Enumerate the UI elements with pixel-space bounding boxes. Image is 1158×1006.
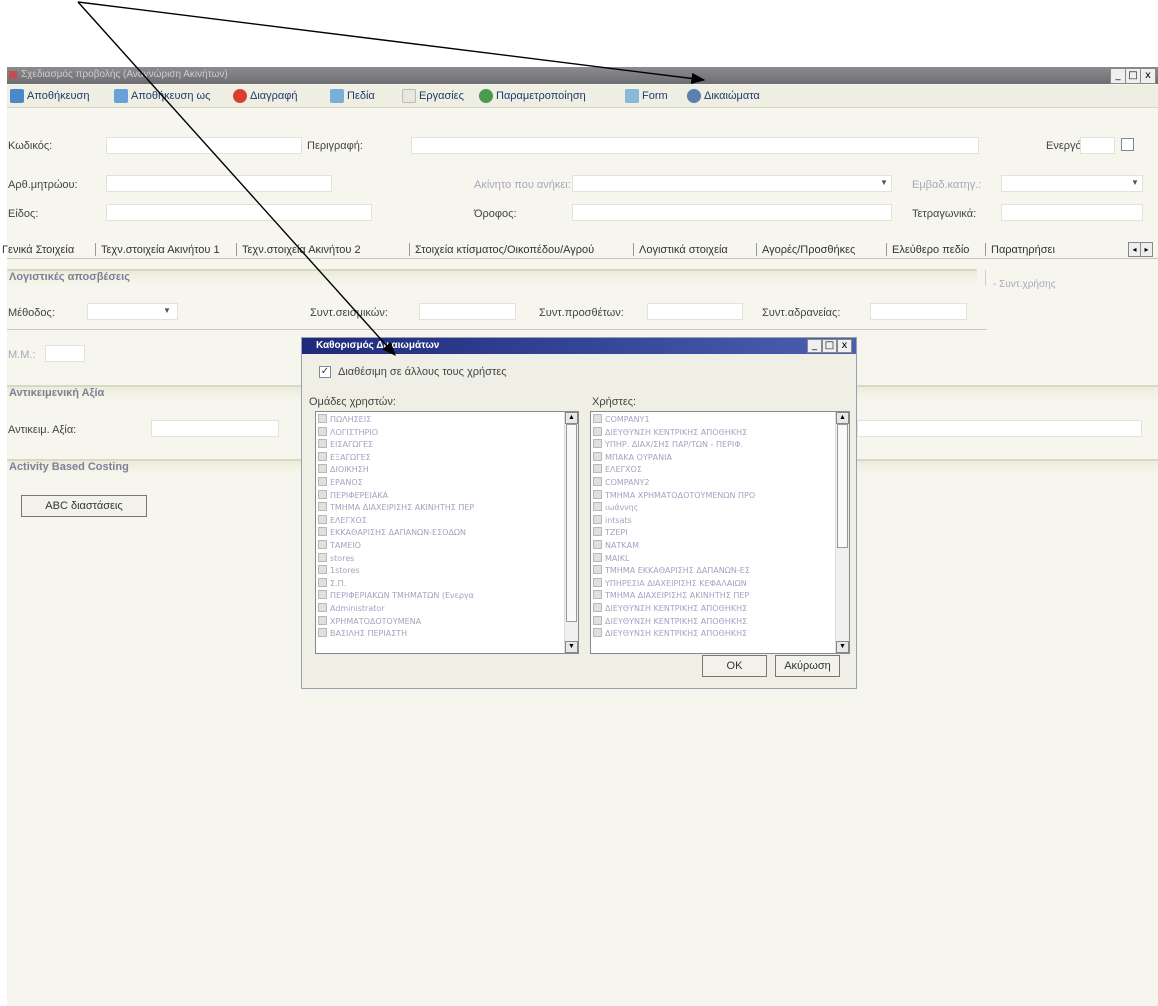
- annotation-arrow-to-dialog: [77, 1, 396, 357]
- annotation-arrow-to-titlebar: [77, 1, 706, 84]
- annotation-arrows: [77, 1, 706, 357]
